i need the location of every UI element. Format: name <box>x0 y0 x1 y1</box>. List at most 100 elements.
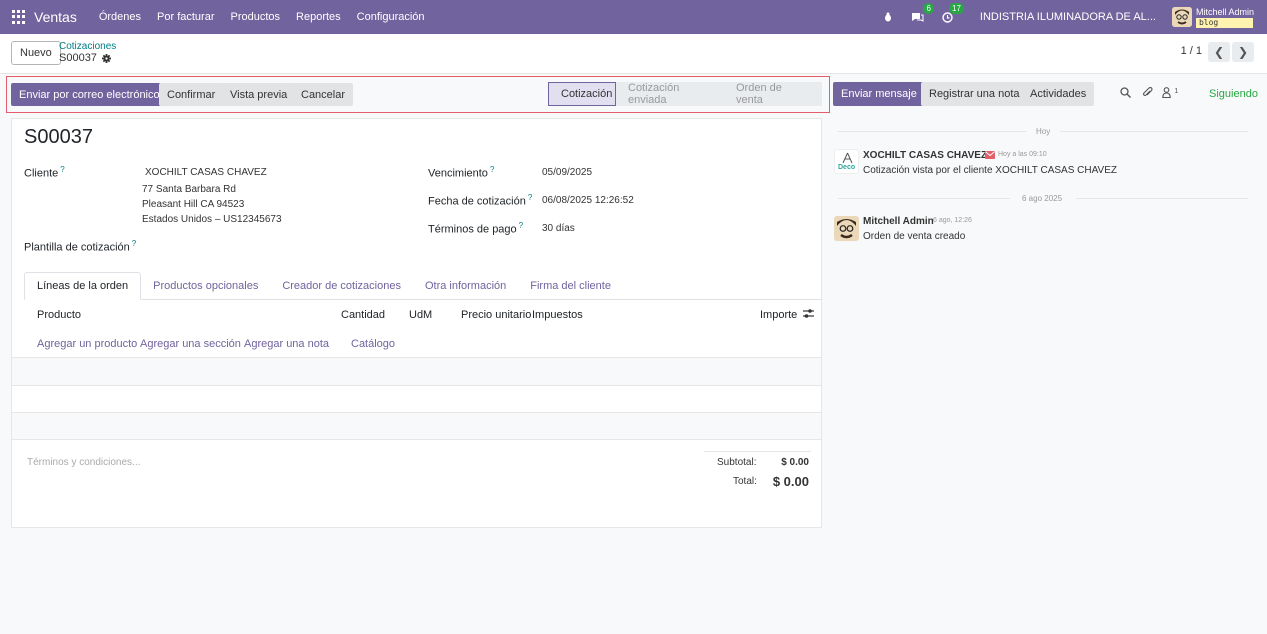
messages-badge: 6 <box>923 3 934 14</box>
bug-icon[interactable] <box>880 9 896 25</box>
stage-quotation-sent[interactable]: Cotización enviada <box>616 82 724 106</box>
message-author-avatar[interactable]: Deco <box>834 149 859 174</box>
breadcrumb-parent[interactable]: Cotizaciones <box>59 41 116 52</box>
separator-line <box>838 131 1026 132</box>
catalog-link[interactable]: Catálogo <box>351 338 395 350</box>
confirm-button[interactable]: Confirmar <box>159 83 224 106</box>
gear-icon[interactable] <box>101 53 111 63</box>
column-settings-icon[interactable] <box>803 308 814 322</box>
customer-address-line-3: Estados Unidos – US12345673 <box>142 214 282 225</box>
activities-button[interactable]: Actividades <box>1022 82 1095 106</box>
tab-optional-products[interactable]: Productos opcionales <box>141 272 270 300</box>
message-author-avatar[interactable] <box>834 216 859 241</box>
message-body: Cotización vista por el cliente XOCHILT … <box>863 165 1117 176</box>
preview-button[interactable]: Vista previa <box>222 83 296 106</box>
chat-icon[interactable]: 6 <box>910 3 934 25</box>
envelope-icon <box>985 150 995 162</box>
customer-label-text: Cliente <box>24 167 59 180</box>
company-switcher[interactable]: INDISTRIA ILUMINADORA DE AL... <box>980 11 1156 23</box>
template-label: Plantilla de cotización? <box>24 239 136 254</box>
customer-field[interactable]: XOCHILT CASAS CHAVEZ <box>145 167 267 178</box>
table-row <box>12 358 821 385</box>
search-icon[interactable] <box>1120 87 1131 101</box>
database-name: blog <box>1195 17 1253 28</box>
new-button[interactable]: Nuevo <box>11 41 61 65</box>
total-value: $ 0.00 <box>772 474 809 489</box>
user-name: Mitchell Admin <box>1195 6 1254 17</box>
followers-icon[interactable]: 1 <box>1162 87 1178 101</box>
user-avatar[interactable] <box>1171 7 1192 27</box>
message-timestamp: 6 ago, 12:26 <box>933 217 972 224</box>
column-header-taxes[interactable]: Impuestos <box>532 309 583 321</box>
notebook-tabs: Líneas de la orden Productos opcionales … <box>24 272 822 300</box>
quote-date-field[interactable]: 06/08/2025 12:26:52 <box>542 195 634 206</box>
terms-field[interactable]: Términos y condiciones... <box>27 457 140 468</box>
activities-badge: 17 <box>949 3 964 14</box>
stage-quotation[interactable]: Cotización <box>548 82 616 106</box>
cancel-button[interactable]: Cancelar <box>293 83 354 106</box>
help-icon[interactable]: ? <box>519 221 523 230</box>
user-menu[interactable]: Mitchell Admin blog <box>1195 6 1254 28</box>
stage-sale-order[interactable]: Orden de venta <box>724 82 822 106</box>
help-icon[interactable]: ? <box>60 165 64 174</box>
tab-order-lines[interactable]: Líneas de la orden <box>24 272 142 300</box>
send-email-button[interactable]: Enviar por correo electrónico <box>11 83 168 106</box>
column-header-unit-price[interactable]: Precio unitario <box>461 309 531 321</box>
menu-item-por-facturar[interactable]: Por facturar <box>149 11 222 23</box>
table-divider <box>12 439 821 440</box>
menu-item-ordenes[interactable]: Órdenes <box>91 11 149 23</box>
column-header-amount[interactable]: Importe <box>760 309 797 321</box>
add-section-link[interactable]: Agregar una sección <box>140 338 241 350</box>
customer-address-line-2: Pleasant Hill CA 94523 <box>142 199 245 210</box>
avatar-logo-text: Deco <box>838 164 856 171</box>
column-header-product[interactable]: Producto <box>37 309 81 321</box>
app-name[interactable]: Ventas <box>34 9 77 25</box>
app-menu-icon[interactable] <box>12 10 26 24</box>
column-header-quantity[interactable]: Cantidad <box>341 309 385 321</box>
payment-terms-label-text: Términos de pago <box>428 223 517 236</box>
subtotal-value: $ 0.00 <box>781 457 809 468</box>
expiration-label-text: Vencimiento <box>428 167 488 180</box>
help-icon[interactable]: ? <box>528 193 532 202</box>
date-separator: 6 ago 2025 <box>1022 194 1063 203</box>
message-body: Orden de venta creado <box>863 231 966 242</box>
expiration-field[interactable]: 05/09/2025 <box>542 167 592 178</box>
template-label-text: Plantilla de cotización <box>24 241 130 254</box>
help-icon[interactable]: ? <box>490 165 494 174</box>
paperclip-icon[interactable] <box>1142 86 1153 102</box>
menu-item-configuracion[interactable]: Configuración <box>349 11 433 23</box>
message-author[interactable]: XOCHILT CASAS CHAVEZ <box>863 150 987 161</box>
add-note-link[interactable]: Agregar una nota <box>244 338 329 350</box>
tab-other-info[interactable]: Otra información <box>413 272 518 300</box>
menu-item-productos[interactable]: Productos <box>223 11 289 23</box>
clock-icon[interactable]: 17 <box>940 3 964 25</box>
breadcrumb-current: S00037 <box>59 52 111 64</box>
menu-item-reportes[interactable]: Reportes <box>288 11 349 23</box>
table-row <box>12 413 821 440</box>
following-toggle[interactable]: Siguiendo <box>1209 88 1258 100</box>
pager-previous-button[interactable]: ❮ <box>1208 42 1230 62</box>
customer-label: Cliente? <box>24 165 65 180</box>
expiration-label: Vencimiento? <box>428 165 494 180</box>
pager-value[interactable]: 1 / 1 <box>1181 45 1202 57</box>
totals-divider <box>704 451 811 452</box>
tab-quote-builder[interactable]: Creador de cotizaciones <box>270 272 413 300</box>
help-icon[interactable]: ? <box>132 239 136 248</box>
payment-terms-field[interactable]: 30 días <box>542 223 575 234</box>
message-author[interactable]: Mitchell Admin <box>863 216 934 227</box>
top-navbar: Ventas Órdenes Por facturar Productos Re… <box>0 0 1267 34</box>
followers-count: 1 <box>1174 88 1179 95</box>
subtotal-label: Subtotal: <box>717 457 757 468</box>
total-label: Total: <box>733 476 757 487</box>
control-panel: Nuevo Cotizaciones S00037 1 / 1 ❮ ❯ <box>0 34 1267 74</box>
chevron-right-icon: ❯ <box>1237 45 1249 59</box>
column-header-uom[interactable]: UdM <box>409 309 432 321</box>
add-product-link[interactable]: Agregar un producto <box>37 338 137 350</box>
send-message-button[interactable]: Enviar mensaje <box>833 82 925 106</box>
payment-terms-label: Términos de pago? <box>428 221 523 236</box>
log-note-button[interactable]: Registrar una nota <box>921 82 1028 106</box>
breadcrumb-current-label: S00037 <box>59 52 97 64</box>
tab-customer-signature[interactable]: Firma del cliente <box>518 272 623 300</box>
table-divider <box>12 385 821 386</box>
pager-next-button[interactable]: ❯ <box>1232 42 1254 62</box>
